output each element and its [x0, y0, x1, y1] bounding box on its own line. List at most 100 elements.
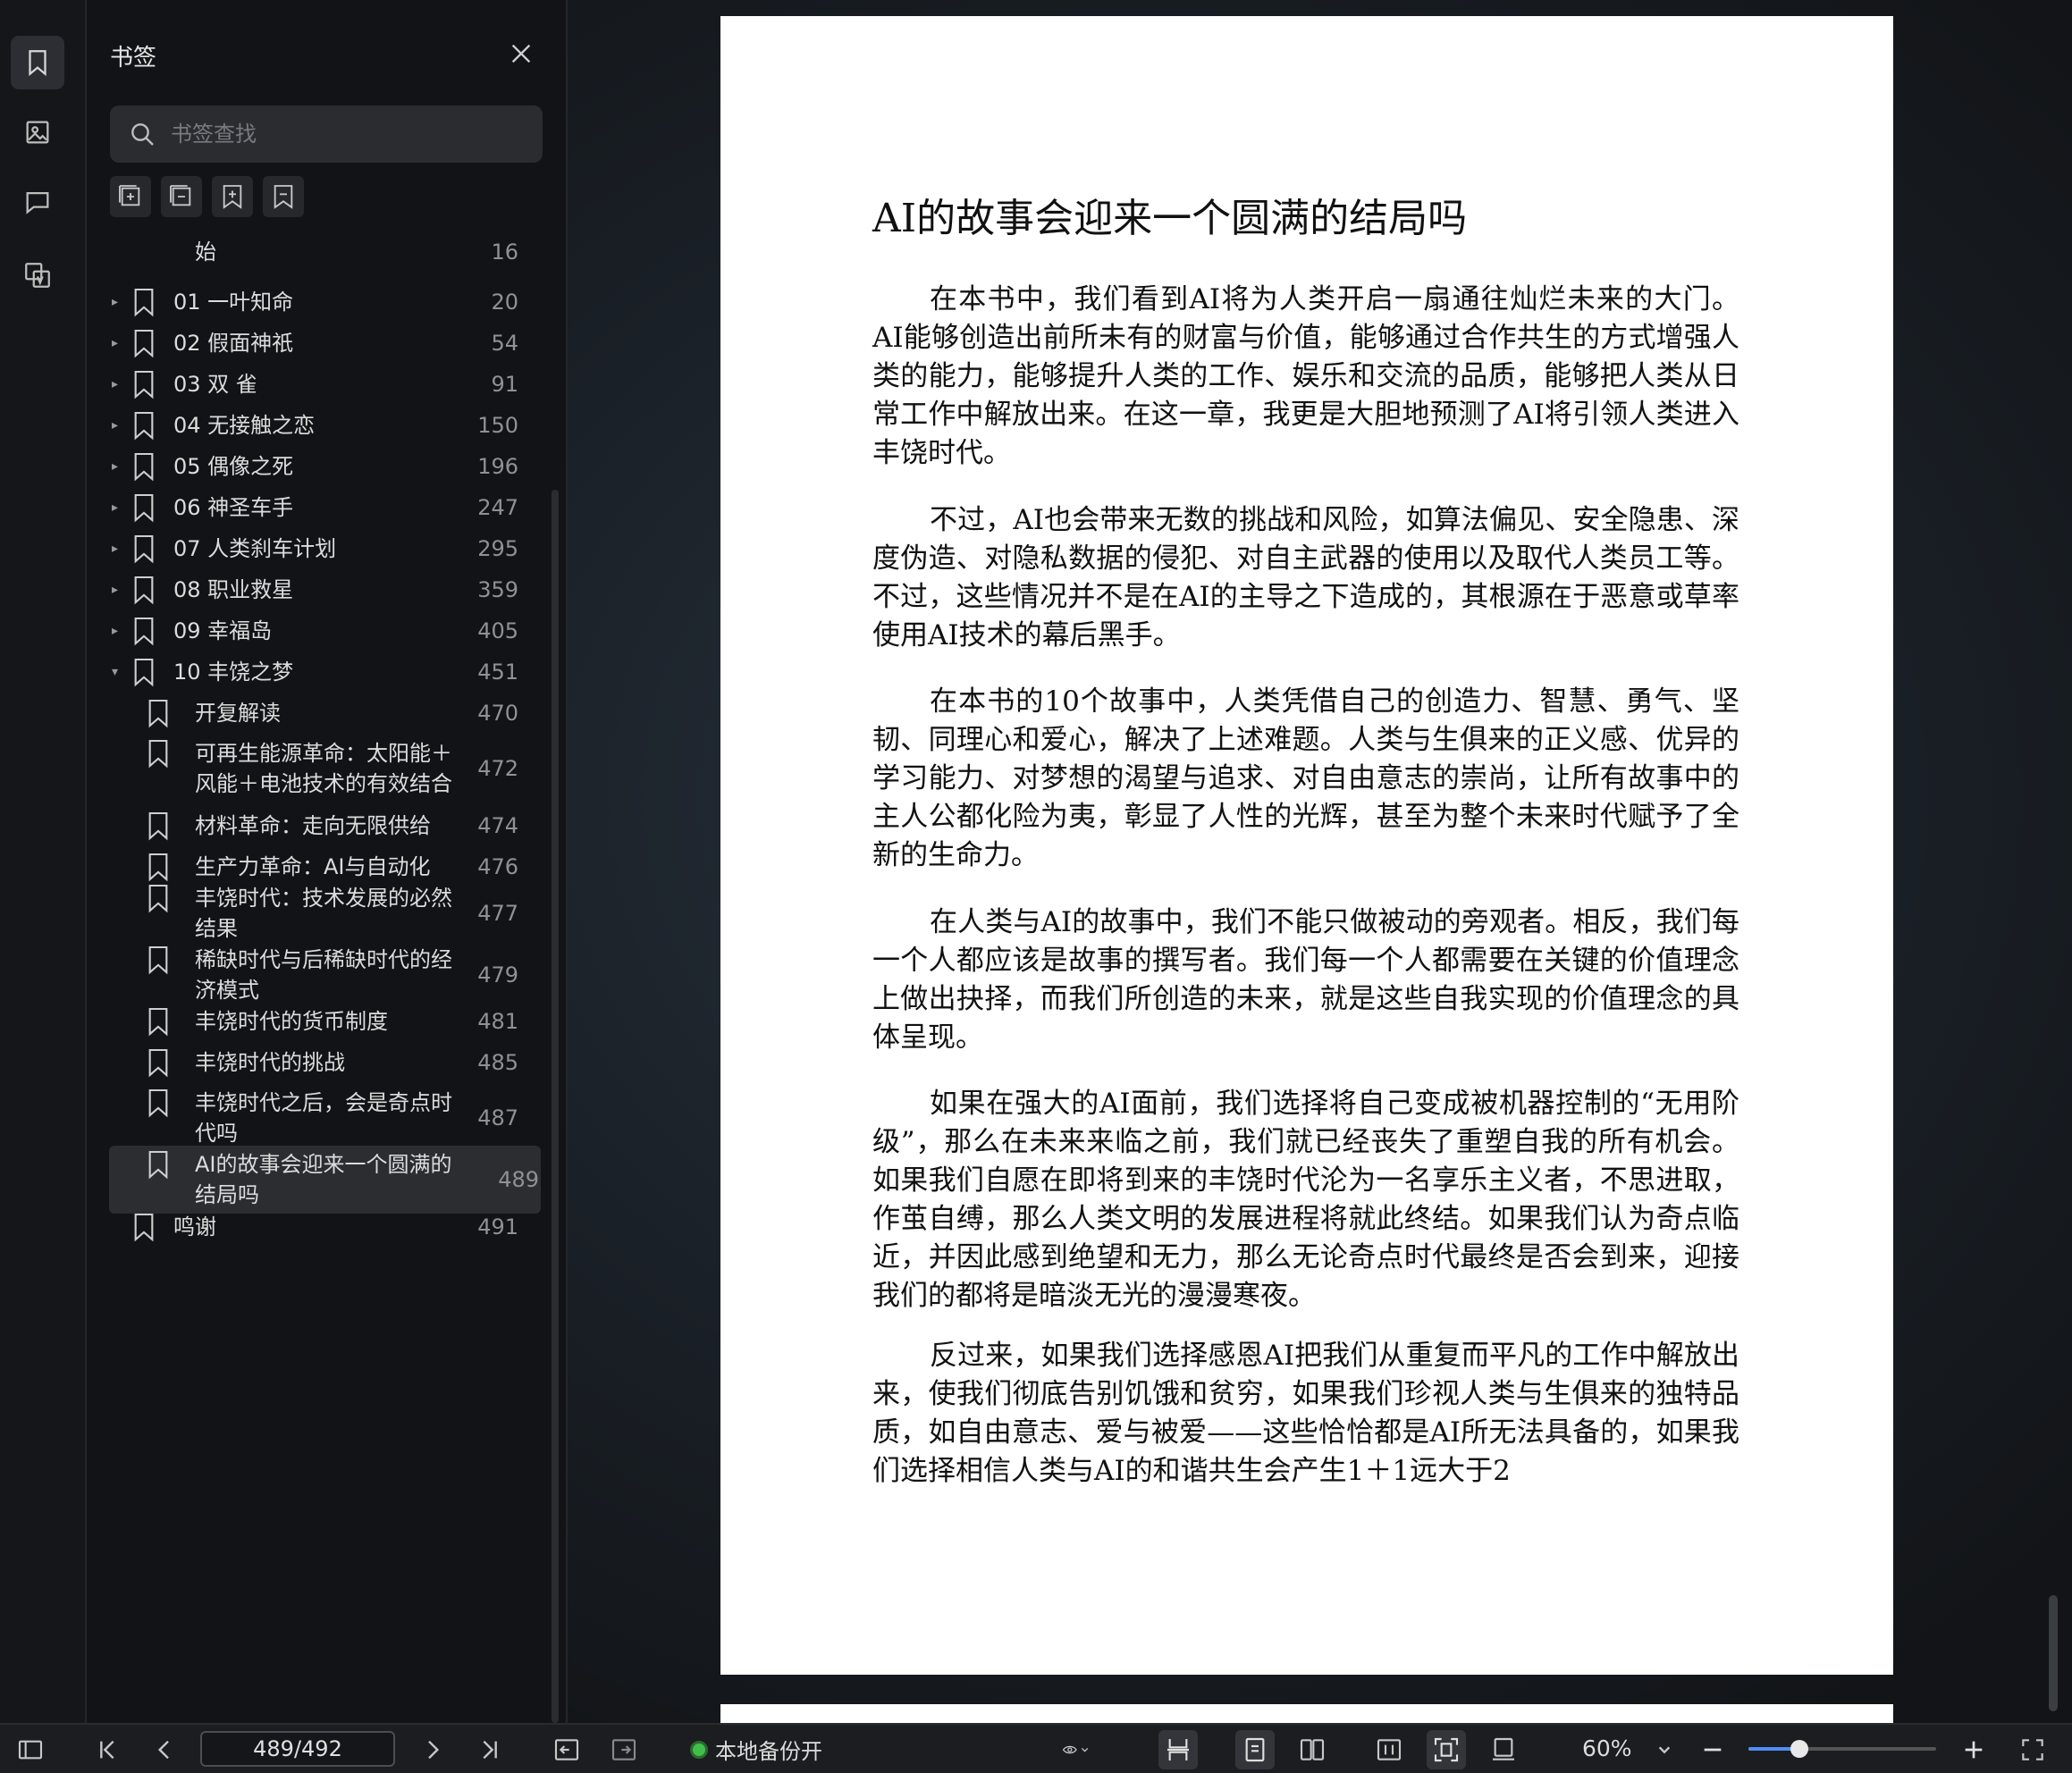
- two-page-icon[interactable]: [1298, 1735, 1327, 1764]
- panel-scrollbar[interactable]: [552, 490, 559, 1723]
- bottom-toolbar: 489/492 本地备份开 60%: [0, 1723, 2072, 1773]
- bookmark-item[interactable]: 丰饶时代之后，会是奇点时 代吗 487: [87, 1084, 543, 1152]
- bookmark-icon: [131, 492, 156, 523]
- bookmark-item[interactable]: ▸ 07 人类刹车计划 295: [87, 529, 543, 568]
- paragraph: 在本书的10个故事中，人类凭借自己的创造力、智慧、勇气、坚韧、同理心和爱心，解决…: [872, 685, 1739, 871]
- search-input[interactable]: [171, 105, 528, 163]
- page-number-field[interactable]: 489/492: [200, 1731, 395, 1767]
- bookmark-page-number: 91: [491, 372, 518, 397]
- zoom-slider[interactable]: [1748, 1740, 1936, 1758]
- expand-all-button[interactable]: [110, 176, 151, 217]
- last-page-icon[interactable]: [476, 1735, 504, 1764]
- bookmark-icon: [146, 738, 171, 769]
- bookmark-item[interactable]: ▸ 01 一叶知命 20: [87, 282, 543, 322]
- eye-mode-icon[interactable]: [1062, 1735, 1112, 1764]
- bookmark-item[interactable]: ▸ 03 双 雀 91: [87, 365, 543, 404]
- bookmark-page-number: 54: [491, 331, 518, 356]
- bookmark-page-number: 16: [491, 239, 518, 265]
- document-scrollbar[interactable]: [2049, 1595, 2058, 1711]
- bookmark-label: 08 职业救星: [173, 577, 294, 602]
- prev-page-icon[interactable]: [150, 1735, 179, 1764]
- go-forward-icon[interactable]: [610, 1735, 638, 1764]
- go-back-icon[interactable]: [552, 1735, 581, 1764]
- expand-arrow-icon[interactable]: ▸: [112, 378, 124, 391]
- next-page-icon[interactable]: [418, 1735, 447, 1764]
- bookmark-icon: [146, 1006, 171, 1037]
- add-bookmark-button[interactable]: [212, 176, 253, 217]
- bookmark-icon: [131, 328, 156, 358]
- expand-arrow-icon[interactable]: ▸: [112, 625, 124, 637]
- fit-width-icon[interactable]: [1375, 1735, 1403, 1764]
- bookmark-page-number: 359: [477, 577, 518, 602]
- translate-panel-icon[interactable]: [11, 248, 64, 302]
- backup-status[interactable]: 本地备份开: [690, 1734, 822, 1765]
- bookmark-search[interactable]: [110, 105, 543, 163]
- bookmark-page-number: 487: [477, 1105, 518, 1130]
- continuous-scroll-icon[interactable]: [1164, 1735, 1192, 1764]
- bookmark-item[interactable]: 丰饶时代的挑战 485: [87, 1043, 543, 1082]
- expand-arrow-icon[interactable]: ▸: [112, 584, 124, 596]
- zoom-level[interactable]: 60%: [1582, 1735, 1632, 1761]
- bookmark-item[interactable]: ▾ 10 丰饶之梦 451: [87, 652, 543, 692]
- bookmark-page-number: 405: [477, 618, 518, 643]
- bookmark-label: 07 人类刹车计划: [173, 536, 337, 561]
- expand-arrow-icon[interactable]: ▸: [112, 296, 124, 308]
- bookmark-item[interactable]: 始 16: [87, 234, 543, 272]
- bookmark-item[interactable]: 稀缺时代与后稀缺时代的经 济模式 479: [87, 941, 543, 1009]
- bookmark-item[interactable]: ▸ 08 职业救星 359: [87, 570, 543, 609]
- expand-arrow-icon[interactable]: ▸: [112, 337, 124, 349]
- bookmark-page-number: 150: [477, 413, 518, 438]
- bookmark-label: 丰饶时代的货币制度: [195, 1009, 388, 1034]
- bookmark-item[interactable]: ▸ 04 无接触之恋 150: [87, 406, 543, 445]
- bookmark-item[interactable]: 丰饶时代：技术发展的必然 结果 477: [87, 879, 543, 947]
- bookmark-icon: [146, 1047, 171, 1078]
- thumbnail-panel-icon[interactable]: [11, 105, 64, 159]
- zoom-slider-knob[interactable]: [1790, 1740, 1809, 1758]
- bookmark-page-number: 20: [491, 290, 518, 315]
- bookmark-item[interactable]: ▸ 06 神圣车手 247: [87, 488, 543, 527]
- close-icon[interactable]: [507, 39, 535, 68]
- comment-panel-icon[interactable]: [11, 175, 64, 229]
- next-page: [720, 1704, 1893, 1723]
- bookmark-icon: [131, 657, 156, 687]
- paragraph: 在本书中，我们看到AI将为人类开启一扇通往灿烂未来的大门。AI能够创造出前所未有…: [872, 283, 1739, 469]
- single-page-icon[interactable]: [1241, 1735, 1269, 1764]
- remove-bookmark-button[interactable]: [263, 176, 304, 217]
- rotate-page-icon[interactable]: [1489, 1735, 1518, 1764]
- bookmark-icon: [131, 369, 156, 399]
- collapse-all-button[interactable]: [161, 176, 202, 217]
- bookmark-icon: [131, 287, 156, 317]
- bookmark-page-number: 489: [498, 1167, 539, 1192]
- zoom-dropdown-icon[interactable]: [1650, 1735, 1679, 1764]
- fit-page-icon[interactable]: [1432, 1735, 1461, 1764]
- bookmark-icon: [131, 410, 156, 441]
- bookmark-label: 02 假面神祇: [173, 331, 294, 356]
- bookmark-label: 03 双 雀: [173, 372, 257, 397]
- bookmark-item[interactable]: ▸ 09 幸福岛 405: [87, 611, 543, 651]
- bookmark-item[interactable]: AI的故事会迎来一个圆满的 结局吗 489: [109, 1146, 541, 1214]
- expand-arrow-icon[interactable]: ▸: [112, 460, 124, 473]
- expand-arrow-icon[interactable]: ▸: [112, 542, 124, 555]
- fullscreen-icon[interactable]: [2018, 1735, 2047, 1764]
- bookmark-item[interactable]: 开复解读 470: [87, 693, 543, 733]
- bookmark-item[interactable]: 鸣谢 491: [87, 1207, 543, 1247]
- zoom-out-icon[interactable]: [1698, 1735, 1727, 1764]
- bookmark-item[interactable]: ▸ 02 假面神祇 54: [87, 324, 543, 363]
- panel-title: 书签: [110, 45, 157, 71]
- expand-arrow-icon[interactable]: ▸: [112, 501, 124, 514]
- bookmark-label: 生产力革命：AI与自动化: [195, 854, 431, 879]
- expand-arrow-icon[interactable]: ▸: [112, 419, 124, 432]
- bookmark-page-number: 474: [477, 813, 518, 838]
- bookmark-item[interactable]: 丰饶时代的货币制度 481: [87, 1002, 543, 1041]
- bookmark-item[interactable]: 可再生能源革命：太阳能＋ 风能＋电池技术的有效结合 472: [87, 735, 543, 802]
- bookmark-page-number: 472: [477, 756, 518, 781]
- bookmark-item[interactable]: ▸ 05 偶像之死 196: [87, 447, 543, 486]
- bookmark-page-number: 295: [477, 536, 518, 561]
- bookmarks-panel: 书签 始 16 ▸ 01 一叶知命 20 ▸ 02 假面神祇 54 ▸ 03 双 雀 91 ▸ 04 无…: [87, 0, 568, 1723]
- zoom-in-icon[interactable]: [1959, 1735, 1988, 1764]
- toggle-sidebar-icon[interactable]: [16, 1735, 45, 1764]
- bookmark-item[interactable]: 材料革命：走向无限供给 474: [87, 806, 543, 845]
- collapse-arrow-icon[interactable]: ▾: [112, 666, 124, 678]
- bookmark-panel-icon[interactable]: [11, 36, 64, 89]
- first-page-icon[interactable]: [93, 1735, 122, 1764]
